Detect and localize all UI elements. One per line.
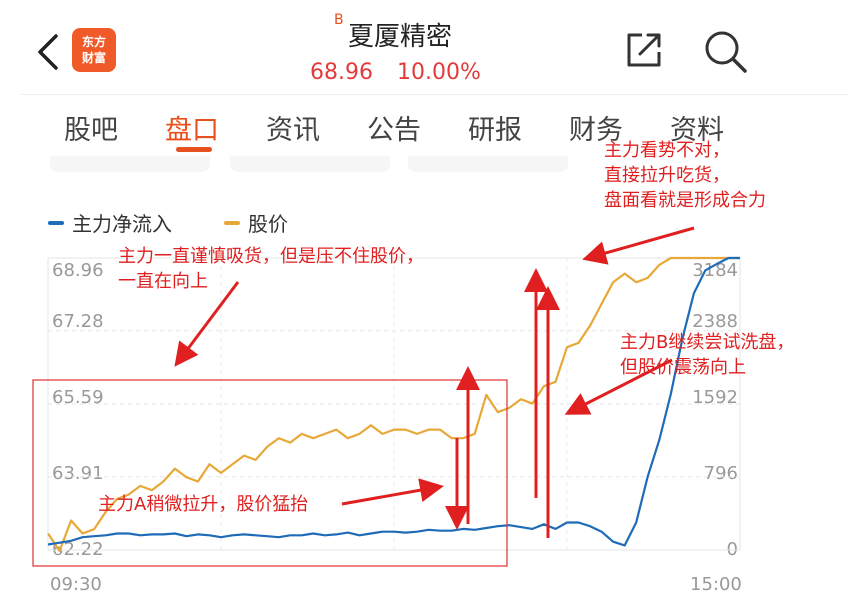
annotation-note-4: 主力B继续尝试洗盘， 但股价震荡向上 — [620, 330, 794, 380]
annotation-note-3: 主力看势不对， 直接拉升吃货， 盘面看就是形成合力 — [604, 138, 766, 213]
intraday-chart — [32, 226, 741, 567]
arrow-annotation — [582, 226, 695, 265]
annotation-text: 但股价震荡向上 — [620, 357, 746, 378]
annotation-text: 直接拉升吃货， — [604, 165, 730, 186]
annotation-text: 一直在向上 — [118, 271, 208, 292]
annotation-text: 盘面看就是形成合力 — [604, 190, 766, 211]
annotation-text: 主力一直谨慎吸货，但是压不住股价， — [118, 246, 424, 267]
arrow-annotation — [341, 478, 444, 506]
annotation-note-2: 主力A稍微拉升，股价猛抬 — [98, 494, 309, 515]
annotation-text: 主力B继续尝试洗盘， — [620, 332, 795, 353]
annotation-note-1: 主力一直谨慎吸货，但是压不住股价， 一直在向上 — [118, 244, 424, 294]
arrow-annotation — [174, 281, 240, 367]
highlight-box — [32, 379, 508, 567]
annotation-text: 主力看势不对， — [604, 140, 730, 161]
